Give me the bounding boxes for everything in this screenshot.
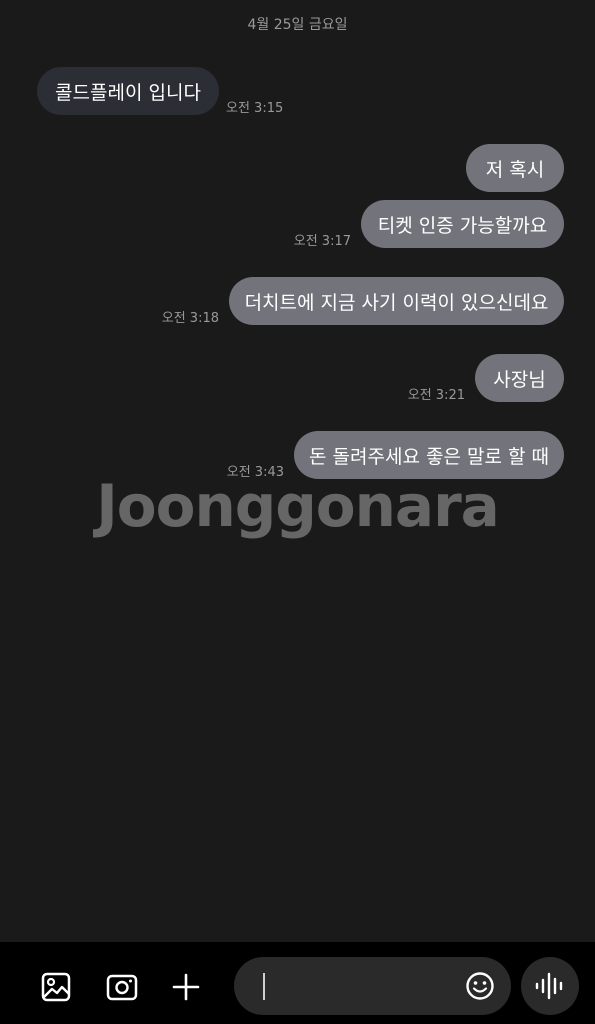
message-text: 돈 돌려주세요 좋은 말로 할 때 xyxy=(309,445,549,468)
message-time: 오전 3:21 xyxy=(407,388,465,403)
message-time: 오전 3:15 xyxy=(226,101,284,116)
message-text: 콜드플레이 입니다 xyxy=(55,81,201,104)
emoji-button[interactable] xyxy=(463,969,497,1003)
gallery-button[interactable] xyxy=(36,967,76,1007)
camera-button[interactable] xyxy=(102,967,142,1007)
plus-icon xyxy=(172,973,200,1001)
message-text: 더치트에 지금 사기 이력이 있으신데요 xyxy=(244,291,549,314)
camera-icon xyxy=(106,974,138,1001)
date-divider: 4월 25일 금요일 xyxy=(247,17,348,33)
image-icon xyxy=(41,972,71,1002)
message-bubble-outgoing[interactable]: 저 혹시 xyxy=(466,144,564,192)
message-bubble-outgoing[interactable]: 티켓 인증 가능할까요 xyxy=(361,200,564,248)
message-bubble-outgoing[interactable]: 더치트에 지금 사기 이력이 있으신데요 xyxy=(229,277,564,325)
message-bubble-outgoing[interactable]: 사장님 xyxy=(475,354,564,402)
message-time: 오전 3:17 xyxy=(293,234,351,249)
message-bubble-incoming[interactable]: 콜드플레이 입니다 xyxy=(37,67,219,115)
watermark-logo: Joonggonara xyxy=(96,472,500,540)
message-time: 오전 3:18 xyxy=(161,311,219,326)
message-text: 저 혹시 xyxy=(485,158,545,181)
voice-wave-icon xyxy=(535,972,563,1000)
message-text: 티켓 인증 가능할까요 xyxy=(377,214,548,237)
voice-message-button[interactable] xyxy=(521,957,579,1015)
add-attachment-button[interactable] xyxy=(166,967,206,1007)
message-input[interactable] xyxy=(234,957,511,1015)
text-cursor xyxy=(263,973,265,1000)
smiley-icon xyxy=(466,972,494,1000)
message-text: 사장님 xyxy=(493,368,546,391)
